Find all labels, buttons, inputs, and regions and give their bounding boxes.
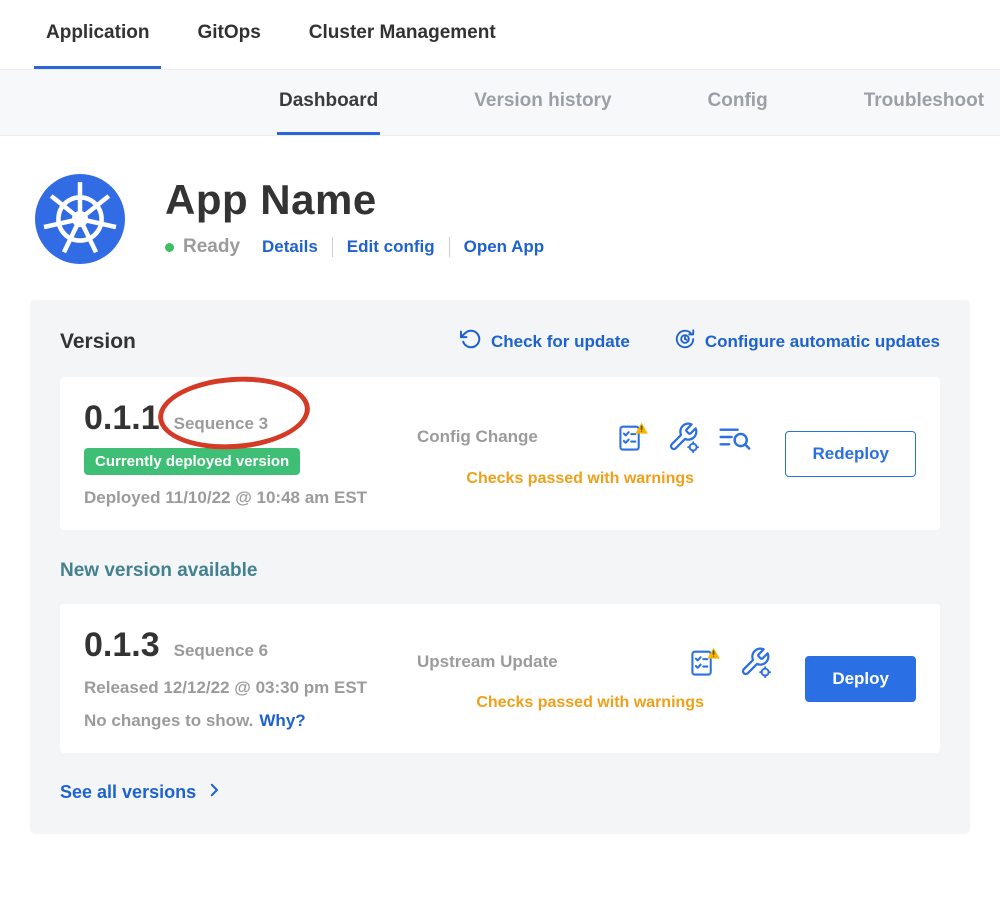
current-version-number: 0.1.1 [84, 399, 160, 438]
divider [332, 237, 333, 257]
deployed-timestamp: Deployed 11/10/22 @ 10:48 am EST [84, 488, 399, 508]
no-changes-text: No changes to show. [84, 711, 253, 730]
scheduled-update-icon [674, 328, 705, 355]
version-source-label: Upstream Update [417, 652, 558, 672]
kubernetes-logo-icon [35, 174, 125, 264]
wrench-gear-icon[interactable] [667, 421, 699, 453]
version-panel: Version Check for update Confi [30, 300, 970, 834]
configure-automatic-updates-label: Configure automatic updates [705, 332, 940, 352]
chevron-right-icon [196, 781, 223, 804]
version-source-label: Config Change [417, 427, 538, 447]
released-timestamp: Released 12/12/22 @ 03:30 pm EST [84, 678, 399, 698]
wrench-gear-icon[interactable] [739, 646, 771, 678]
see-all-versions-link[interactable]: See all versions [60, 781, 223, 804]
status-dot-icon [165, 243, 174, 252]
page-title: App Name [165, 176, 544, 224]
status-badge: Ready [183, 236, 240, 258]
checks-warning-text: Checks passed with warnings [399, 694, 781, 712]
app-header: App Name Ready Details Edit config Open … [0, 136, 1000, 264]
checklist-warning-icon[interactable] [689, 646, 721, 678]
current-version-card: 0.1.1 Sequence 3 Currently deployed vers… [60, 377, 940, 530]
available-version-number: 0.1.3 [84, 626, 160, 665]
deploy-button[interactable]: Deploy [805, 656, 916, 702]
see-all-versions-label: See all versions [60, 782, 196, 803]
checklist-warning-icon[interactable] [617, 421, 649, 453]
check-for-update-label: Check for update [491, 332, 630, 352]
tab-application[interactable]: Application [34, 0, 161, 69]
divider [449, 237, 450, 257]
list-search-icon[interactable] [717, 420, 751, 454]
open-app-link[interactable]: Open App [464, 237, 545, 257]
top-nav: Application GitOps Cluster Management [0, 0, 1000, 70]
tab-config[interactable]: Config [706, 70, 770, 135]
details-link[interactable]: Details [262, 237, 318, 257]
check-for-update-button[interactable]: Check for update [460, 328, 630, 355]
configure-automatic-updates-button[interactable]: Configure automatic updates [674, 328, 940, 355]
tab-dashboard[interactable]: Dashboard [277, 70, 380, 135]
redeploy-button[interactable]: Redeploy [785, 431, 916, 477]
tab-version-history[interactable]: Version history [472, 70, 613, 135]
available-version-card: 0.1.3 Sequence 6 Released 12/12/22 @ 03:… [60, 604, 940, 753]
app-sub-nav: Dashboard Version history Config Trouble… [0, 70, 1000, 136]
refresh-icon [460, 328, 491, 355]
why-link[interactable]: Why? [259, 711, 305, 730]
checks-warning-text: Checks passed with warnings [399, 470, 761, 488]
tab-cluster-management[interactable]: Cluster Management [297, 0, 508, 69]
deployed-badge: Currently deployed version [84, 448, 300, 475]
tab-gitops[interactable]: GitOps [185, 0, 272, 69]
current-version-sequence: Sequence 3 [174, 414, 269, 434]
available-version-sequence: Sequence 6 [174, 641, 269, 661]
new-version-available-label: New version available [60, 560, 940, 582]
version-panel-title: Version [60, 330, 416, 354]
tab-troubleshoot[interactable]: Troubleshoot [862, 70, 986, 135]
edit-config-link[interactable]: Edit config [347, 237, 435, 257]
